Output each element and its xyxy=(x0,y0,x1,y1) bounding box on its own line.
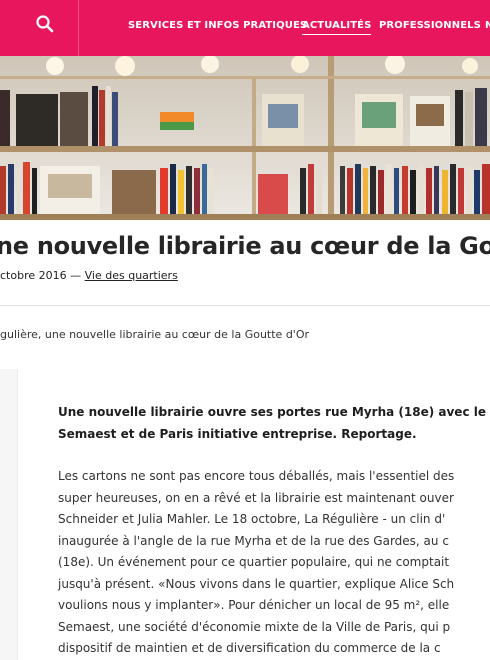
lead-line: Une nouvelle librairie ouvre ses portes … xyxy=(58,405,490,419)
meta-separator: — xyxy=(66,269,85,282)
body-line: dispositif de maintien et de diversifica… xyxy=(58,641,441,655)
search-icon xyxy=(36,15,54,33)
divider xyxy=(0,305,490,306)
article-lead: Une nouvelle librairie ouvre ses portes … xyxy=(58,401,490,445)
article-body: Les cartons ne sont pas encore tous déba… xyxy=(58,466,490,660)
article-date: ctobre 2016 xyxy=(0,269,67,282)
body-line: jusqu'à présent. «Nous vivons dans le qu… xyxy=(58,576,455,591)
body-line: Les cartons ne sont pas encore tous déba… xyxy=(58,469,455,483)
article-title: ne nouvelle librairie au cœur de la Go xyxy=(0,232,490,260)
body-line: Schneider et Julia Mahler. Le 18 octobre… xyxy=(58,512,446,526)
search-button[interactable] xyxy=(0,0,79,56)
hero-image xyxy=(0,56,490,220)
nav-item-professionnels[interactable]: PROFESSIONNELS xyxy=(379,20,481,31)
body-line: (18e). Un événement pour ce quartier pop… xyxy=(58,555,450,569)
top-navigation-bar: SERVICES ET INFOS PRATIQUES ACTUALITÉS P… xyxy=(0,0,490,56)
nav-item-services[interactable]: SERVICES ET INFOS PRATIQUES xyxy=(128,20,307,31)
body-line: Semaest, une société d'économie mixte de… xyxy=(58,619,451,634)
body-line: super heureuses, on en a rêvé et la libr… xyxy=(58,490,454,505)
breadcrumb: gulière, une nouvelle librairie au cœur … xyxy=(0,328,310,341)
lead-line: Semaest et de Paris initiative entrepris… xyxy=(58,427,417,441)
body-line: inaugurée à l'angle de la rue Myrha et d… xyxy=(58,533,449,548)
article-meta: ctobre 2016 — Vie des quartiers xyxy=(0,269,178,282)
nav-item-more[interactable]: N xyxy=(485,20,490,31)
nav-item-actualites[interactable]: ACTUALITÉS xyxy=(302,20,372,35)
bookshelf-photo xyxy=(0,56,490,220)
category-link[interactable]: Vie des quartiers xyxy=(85,269,178,282)
body-line: voulions nous y implanter». Pour déniche… xyxy=(58,598,450,612)
